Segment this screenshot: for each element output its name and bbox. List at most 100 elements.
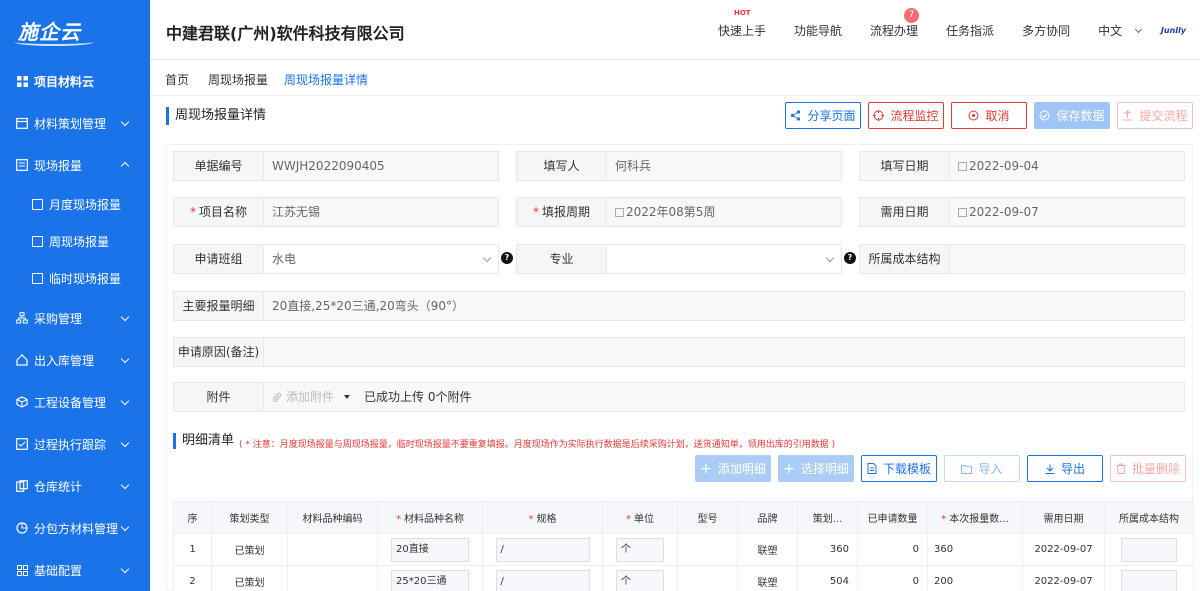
spec-input[interactable]: / — [495, 569, 590, 591]
report-qty[interactable]: 200 — [927, 565, 1023, 591]
tab-weekly-report[interactable]: 周现场报量 — [208, 71, 268, 88]
submit-process-button[interactable]: 提交流程 — [1117, 102, 1193, 129]
import-button[interactable]: 导入 — [944, 455, 1020, 482]
add-detail-button[interactable]: + 添加明细 — [695, 455, 771, 482]
column-header: 序 — [173, 501, 212, 534]
sidebar-subitem-monthly[interactable]: 月度现场报量 — [0, 186, 150, 223]
company-name: 中建君联(广州)软件科技有限公司 — [166, 24, 405, 43]
sidebar-item-material-planning[interactable]: 材料策划管理 — [0, 102, 150, 144]
field-label: * 填报周期 — [517, 198, 607, 226]
cost-input[interactable] — [1121, 569, 1177, 591]
document-icon — [867, 463, 877, 474]
sidebar-item-label: 项目材料云 — [34, 74, 95, 89]
unit-cell: 个 — [602, 565, 678, 591]
topnav-process[interactable]: 7 流程办理 — [870, 7, 920, 39]
button-label: 取消 — [985, 109, 1010, 123]
report-qty[interactable]: 360 — [927, 533, 1023, 566]
sidebar-item-tracking[interactable]: 过程执行跟踪 — [0, 423, 150, 465]
material-name-input[interactable]: 25*20三通 — [391, 569, 469, 591]
chevron-up-icon — [120, 161, 130, 171]
chevron-down-icon — [482, 253, 492, 263]
sidebar-item-material-cloud[interactable]: 项目材料云 — [0, 60, 150, 102]
batch-delete-button[interactable]: 批量删除 — [1110, 455, 1186, 482]
reason-textarea[interactable] — [264, 338, 1184, 366]
material-name-cell: 25*20三通 — [377, 565, 483, 591]
export-button[interactable]: 导出 — [1027, 455, 1103, 482]
unit-input[interactable]: 个 — [616, 537, 664, 562]
sidebar-item-inout[interactable]: 出入库管理 — [0, 339, 150, 381]
add-attachment-button[interactable]: 添加附件 — [272, 383, 334, 411]
topnav-collaboration[interactable]: 多方协同 — [1022, 22, 1070, 39]
material-code — [287, 565, 378, 591]
cancel-button[interactable]: 取消 — [951, 102, 1027, 129]
process-monitor-button[interactable]: 流程监控 — [868, 102, 944, 129]
plan-type: 已策划 — [211, 565, 288, 591]
unit-input[interactable]: 个 — [616, 569, 664, 591]
sidebar-item-purchase[interactable]: 采购管理 — [0, 297, 150, 339]
period-field: * 填报周期 2022年08第5周 — [516, 197, 842, 227]
column-header: 所属成本结构 — [1104, 501, 1194, 534]
button-label: 下载模板 — [882, 462, 931, 476]
language-select[interactable]: 中文 — [1098, 22, 1142, 39]
help-icon[interactable]: ? — [501, 252, 513, 264]
date-text: 2022-09-07 — [969, 205, 1039, 219]
sidebar-subitem-label: 周现场报量 — [49, 235, 110, 249]
spec-cell: / — [482, 565, 603, 591]
doc-icon — [32, 199, 43, 210]
logo[interactable]: 施企云 — [0, 0, 150, 60]
sidebar: 施企云 项目材料云 材料策划管理 现场报量 月度现场报量 周现场报量 临时现场报… — [0, 0, 150, 591]
sidebar-subitem-weekly[interactable]: 周现场报量 — [0, 223, 150, 260]
button-label: 保存数据 — [1056, 109, 1105, 123]
calendar-icon — [32, 236, 43, 247]
calendar-icon — [615, 208, 624, 217]
save-data-button[interactable]: 保存数据 — [1034, 102, 1110, 129]
sidebar-item-base-config[interactable]: 基础配置 — [0, 549, 150, 591]
label-text: 项目名称 — [198, 205, 247, 219]
cost-structure-value[interactable] — [950, 245, 1184, 273]
table-header-row: 序 策划类型 材料品种编码 * 材料品种名称 * 规格 * 单位 型号 品牌 策划..… — [173, 501, 1194, 534]
sidebar-item-label: 材料策划管理 — [34, 116, 107, 131]
cost-input[interactable] — [1121, 537, 1177, 562]
sidebar-subitem-temporary[interactable]: 临时现场报量 — [0, 260, 150, 297]
need-date-field: 需用日期 2022-09-07 — [859, 197, 1185, 227]
check-circle-icon — [1039, 110, 1050, 121]
reason-field: 申请原因(备注) — [173, 337, 1185, 367]
topnav-task-assign[interactable]: 任务指派 — [946, 22, 994, 39]
tab-weekly-report-detail[interactable]: 周现场报量详情 — [284, 71, 369, 98]
sidebar-item-site-report[interactable]: 现场报量 — [0, 144, 150, 186]
topnav-quick-start[interactable]: HOT 快速上手 — [718, 9, 766, 39]
period-text: 2022年08第5周 — [626, 205, 716, 219]
attachment-field: 附件 添加附件 已成功上传 0个附件 — [173, 382, 1185, 412]
topnav-function-nav[interactable]: 功能导航 — [794, 22, 842, 39]
major-field: 专业 — [516, 244, 842, 274]
material-name-input[interactable]: 20直接 — [391, 537, 469, 562]
main-detail-value: 20直接,25*20三通,20弯头（90°） — [264, 292, 1184, 320]
required-mark: * — [626, 514, 631, 525]
main-content: 周现场报量详情 分享页面 流程监控 取消 保存数据 提交流程 单据编号 WWJH… — [150, 96, 1200, 591]
project-field: * 项目名称 江苏无锡 — [173, 197, 499, 227]
cost-cell — [1104, 533, 1194, 566]
sidebar-item-warehouse-stats[interactable]: 仓库统计 — [0, 465, 150, 507]
table-row: 2 已策划 25*20三通 / 个 联塑 504 0 200 2022-09-0… — [173, 565, 1194, 591]
spec-input[interactable]: / — [495, 537, 590, 562]
sidebar-item-subcontractor[interactable]: 分包方材料管理 — [0, 507, 150, 549]
major-select[interactable] — [607, 245, 841, 273]
topnav-label: 任务指派 — [946, 23, 995, 38]
caret-down-icon[interactable] — [344, 395, 351, 399]
team-select[interactable]: 水电 — [264, 245, 498, 273]
chevron-down-icon — [120, 522, 130, 532]
sidebar-item-equipment[interactable]: 工程设备管理 — [0, 381, 150, 423]
select-detail-button[interactable]: + 选择明细 — [778, 455, 854, 482]
download-template-button[interactable]: 下载模板 — [861, 455, 937, 482]
model — [677, 533, 738, 566]
plan-qty: 504 — [797, 565, 858, 591]
material-code — [287, 533, 378, 566]
cost-cell — [1104, 565, 1194, 591]
share-page-button[interactable]: 分享页面 — [785, 102, 861, 129]
help-icon[interactable]: ? — [844, 252, 856, 264]
download-icon — [1045, 464, 1055, 474]
attachment-status: 已成功上传 0个附件 — [364, 390, 472, 404]
chevron-down-icon — [120, 564, 130, 574]
tab-home[interactable]: 首页 — [165, 71, 189, 88]
chevron-down-icon — [120, 480, 130, 490]
